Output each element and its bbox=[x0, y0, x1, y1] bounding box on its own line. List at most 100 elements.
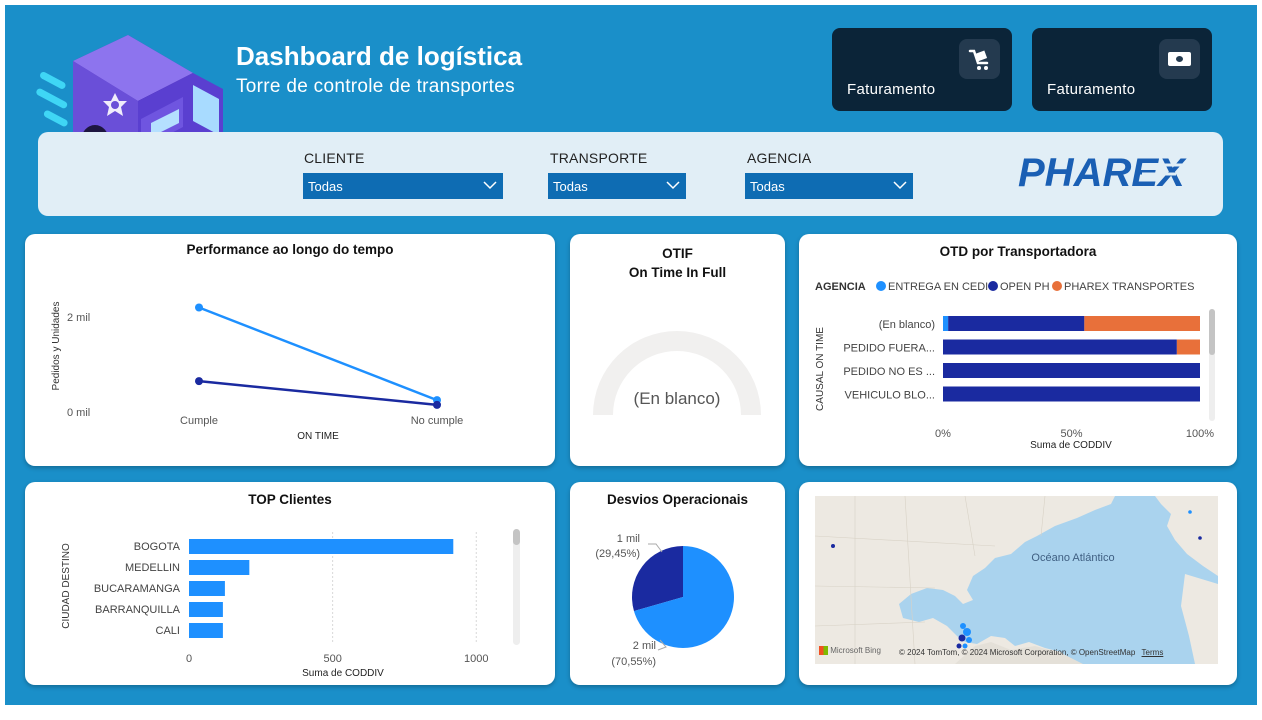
page-title: Dashboard de logística bbox=[236, 41, 523, 71]
slice-label: 2 mil bbox=[633, 640, 656, 652]
otd-card[interactable]: OTD por Transportadora AGENCIA ENTREGA E… bbox=[799, 234, 1237, 466]
leader-line bbox=[648, 543, 663, 553]
y-tick-label: 0 mil bbox=[67, 407, 90, 419]
terms-link[interactable]: Terms bbox=[1142, 648, 1164, 657]
scrollbar-thumb bbox=[513, 529, 520, 545]
chevron-down-icon bbox=[483, 181, 497, 190]
x-tick-label: 500 bbox=[323, 653, 341, 665]
top-clients-card[interactable]: TOP Clientes CIUDAD DESTINO Suma de CODD… bbox=[25, 482, 555, 685]
bar bbox=[189, 623, 223, 638]
series-line-0 bbox=[198, 306, 438, 402]
money-icon bbox=[1159, 39, 1200, 79]
windows-icon bbox=[819, 646, 828, 656]
cart-icon bbox=[959, 39, 1000, 79]
x-tick-label: 0 bbox=[186, 653, 192, 665]
scrollbar-thumb bbox=[1209, 309, 1215, 355]
filter-bar: CLIENTE Todas TRANSPORTE Todas AGENCIA T… bbox=[38, 132, 1223, 216]
desvios-card[interactable]: Desvios Operacionais 1 mil (29,45%) 2 mil(… bbox=[570, 482, 785, 685]
series-point bbox=[195, 303, 203, 312]
x-tick-label: No cumple bbox=[411, 415, 464, 427]
bar-segment bbox=[1176, 339, 1200, 355]
y-tick-label: BARRANQUILLA bbox=[95, 604, 181, 616]
y-tick-label: BUCARAMANGA bbox=[94, 583, 181, 595]
y-tick-label: PEDIDO NO ES ... bbox=[843, 366, 935, 378]
bar bbox=[189, 581, 225, 596]
top-clients-chart: CIUDAD DESTINO Suma de CODDIV BOGOTA MEDE… bbox=[61, 529, 520, 679]
kpi-label: Faturamento bbox=[1047, 81, 1136, 98]
page-subtitle: Torre de controle de transportes bbox=[236, 76, 515, 97]
bar-segment bbox=[943, 386, 1200, 402]
bar bbox=[189, 602, 223, 617]
x-tick-label: 50% bbox=[1060, 428, 1082, 440]
y-axis-label: CIUDAD DESTINO bbox=[61, 543, 72, 629]
x-tick-label: 0% bbox=[935, 428, 951, 440]
filter-label-cliente: CLIENTE bbox=[304, 150, 365, 166]
series-point bbox=[433, 400, 441, 409]
map-card[interactable]: Océano Atlántico Microsoft Bing © 2024 T… bbox=[799, 482, 1237, 685]
transporte-dropdown[interactable]: Todas bbox=[548, 173, 686, 199]
kpi-card-faturamento-2[interactable]: Faturamento bbox=[1032, 28, 1212, 111]
legend: ENTREGA EN CEDI OPEN PH PHAREX TRANSPORTES bbox=[876, 281, 1194, 293]
x-tick-label: 1000 bbox=[464, 653, 488, 665]
x-axis-label: Suma de CODDIV bbox=[302, 668, 384, 679]
otd-chart: AGENCIA ENTREGA EN CEDI OPEN PH PHAREX TRA… bbox=[815, 281, 1215, 451]
legend-marker bbox=[988, 281, 998, 291]
filter-label-transporte: TRANSPORTE bbox=[550, 150, 648, 166]
y-axis-label: CAUSAL ON TIME bbox=[815, 327, 826, 411]
legend-item: PHAREX TRANSPORTES bbox=[1064, 281, 1194, 293]
x-tick-label: 100% bbox=[1186, 428, 1214, 440]
slice-pct-label: (70,55%) bbox=[611, 656, 656, 668]
ocean-label: Océano Atlántico bbox=[1031, 552, 1115, 564]
otif-card[interactable]: OTIF On Time In Full (En blanco) bbox=[570, 234, 785, 466]
kpi-card-faturamento-1[interactable]: Faturamento bbox=[832, 28, 1012, 111]
performance-card[interactable]: Performance ao longo do tempo Pedidos y … bbox=[25, 234, 555, 466]
otif-gauge: (En blanco) bbox=[593, 331, 761, 415]
bar-segment bbox=[948, 316, 1085, 331]
y-tick-label: PEDIDO FUERA... bbox=[843, 343, 935, 355]
legend-title: AGENCIA bbox=[815, 281, 866, 293]
performance-chart: Pedidos y Unidades ON TIME 2 mil 0 mil Cum… bbox=[51, 302, 464, 442]
slice-pct-label: (29,45%) bbox=[595, 548, 640, 560]
map-view[interactable]: Océano Atlántico Microsoft Bing © 2024 T… bbox=[815, 496, 1218, 664]
legend-marker bbox=[876, 281, 886, 291]
bar-segment bbox=[943, 339, 1177, 355]
bar bbox=[189, 560, 250, 575]
slice-label: 1 mil bbox=[617, 533, 640, 545]
gauge-center-text: (En blanco) bbox=[634, 389, 721, 408]
agencia-dropdown-value: Todas bbox=[750, 179, 785, 194]
y-axis-label: Pedidos y Unidades bbox=[51, 302, 62, 391]
y-tick-label: VEHICULO BLO... bbox=[845, 390, 935, 402]
cliente-dropdown[interactable]: Todas bbox=[303, 173, 503, 199]
map-land bbox=[815, 496, 1218, 664]
y-tick-label: 2 mil bbox=[67, 312, 90, 324]
cliente-dropdown-value: Todas bbox=[308, 179, 343, 194]
legend-marker bbox=[1052, 281, 1062, 291]
series-point bbox=[195, 377, 203, 386]
bar-segment bbox=[1084, 316, 1200, 331]
map-attribution: © 2024 TomTom, © 2024 Microsoft Corporat… bbox=[899, 648, 1164, 657]
scrollbar-track bbox=[513, 529, 520, 645]
bar-segment bbox=[943, 316, 949, 331]
legend-item: ENTREGA EN CEDI bbox=[888, 281, 988, 293]
chevron-down-icon bbox=[893, 181, 907, 190]
y-tick-label: CALI bbox=[156, 625, 180, 637]
y-tick-label: MEDELLIN bbox=[125, 562, 180, 574]
bar bbox=[189, 539, 454, 554]
bar-segment bbox=[943, 363, 1200, 378]
filter-label-agencia: AGENCIA bbox=[747, 150, 812, 166]
desvios-pie-chart: 1 mil (29,45%) 2 mil (70,55%) bbox=[595, 533, 734, 668]
y-tick-label: BOGOTA bbox=[134, 541, 181, 553]
pharex-logo: PHAREX bbox=[1018, 151, 1187, 195]
x-tick-label: Cumple bbox=[180, 415, 218, 427]
bing-logo: Microsoft Bing bbox=[819, 646, 881, 656]
y-tick-label: (En blanco) bbox=[879, 319, 935, 331]
x-axis-label: ON TIME bbox=[297, 431, 339, 442]
chevron-down-icon bbox=[666, 181, 680, 190]
legend-item: OPEN PH bbox=[1000, 281, 1050, 293]
kpi-label: Faturamento bbox=[847, 81, 936, 98]
transporte-dropdown-value: Todas bbox=[553, 179, 588, 194]
series-line-1 bbox=[198, 379, 438, 407]
dashboard-canvas: Dashboard de logística Torre de controle… bbox=[5, 5, 1257, 705]
x-axis-label: Suma de CODDIV bbox=[1030, 440, 1112, 451]
agencia-dropdown[interactable]: Todas bbox=[745, 173, 913, 199]
